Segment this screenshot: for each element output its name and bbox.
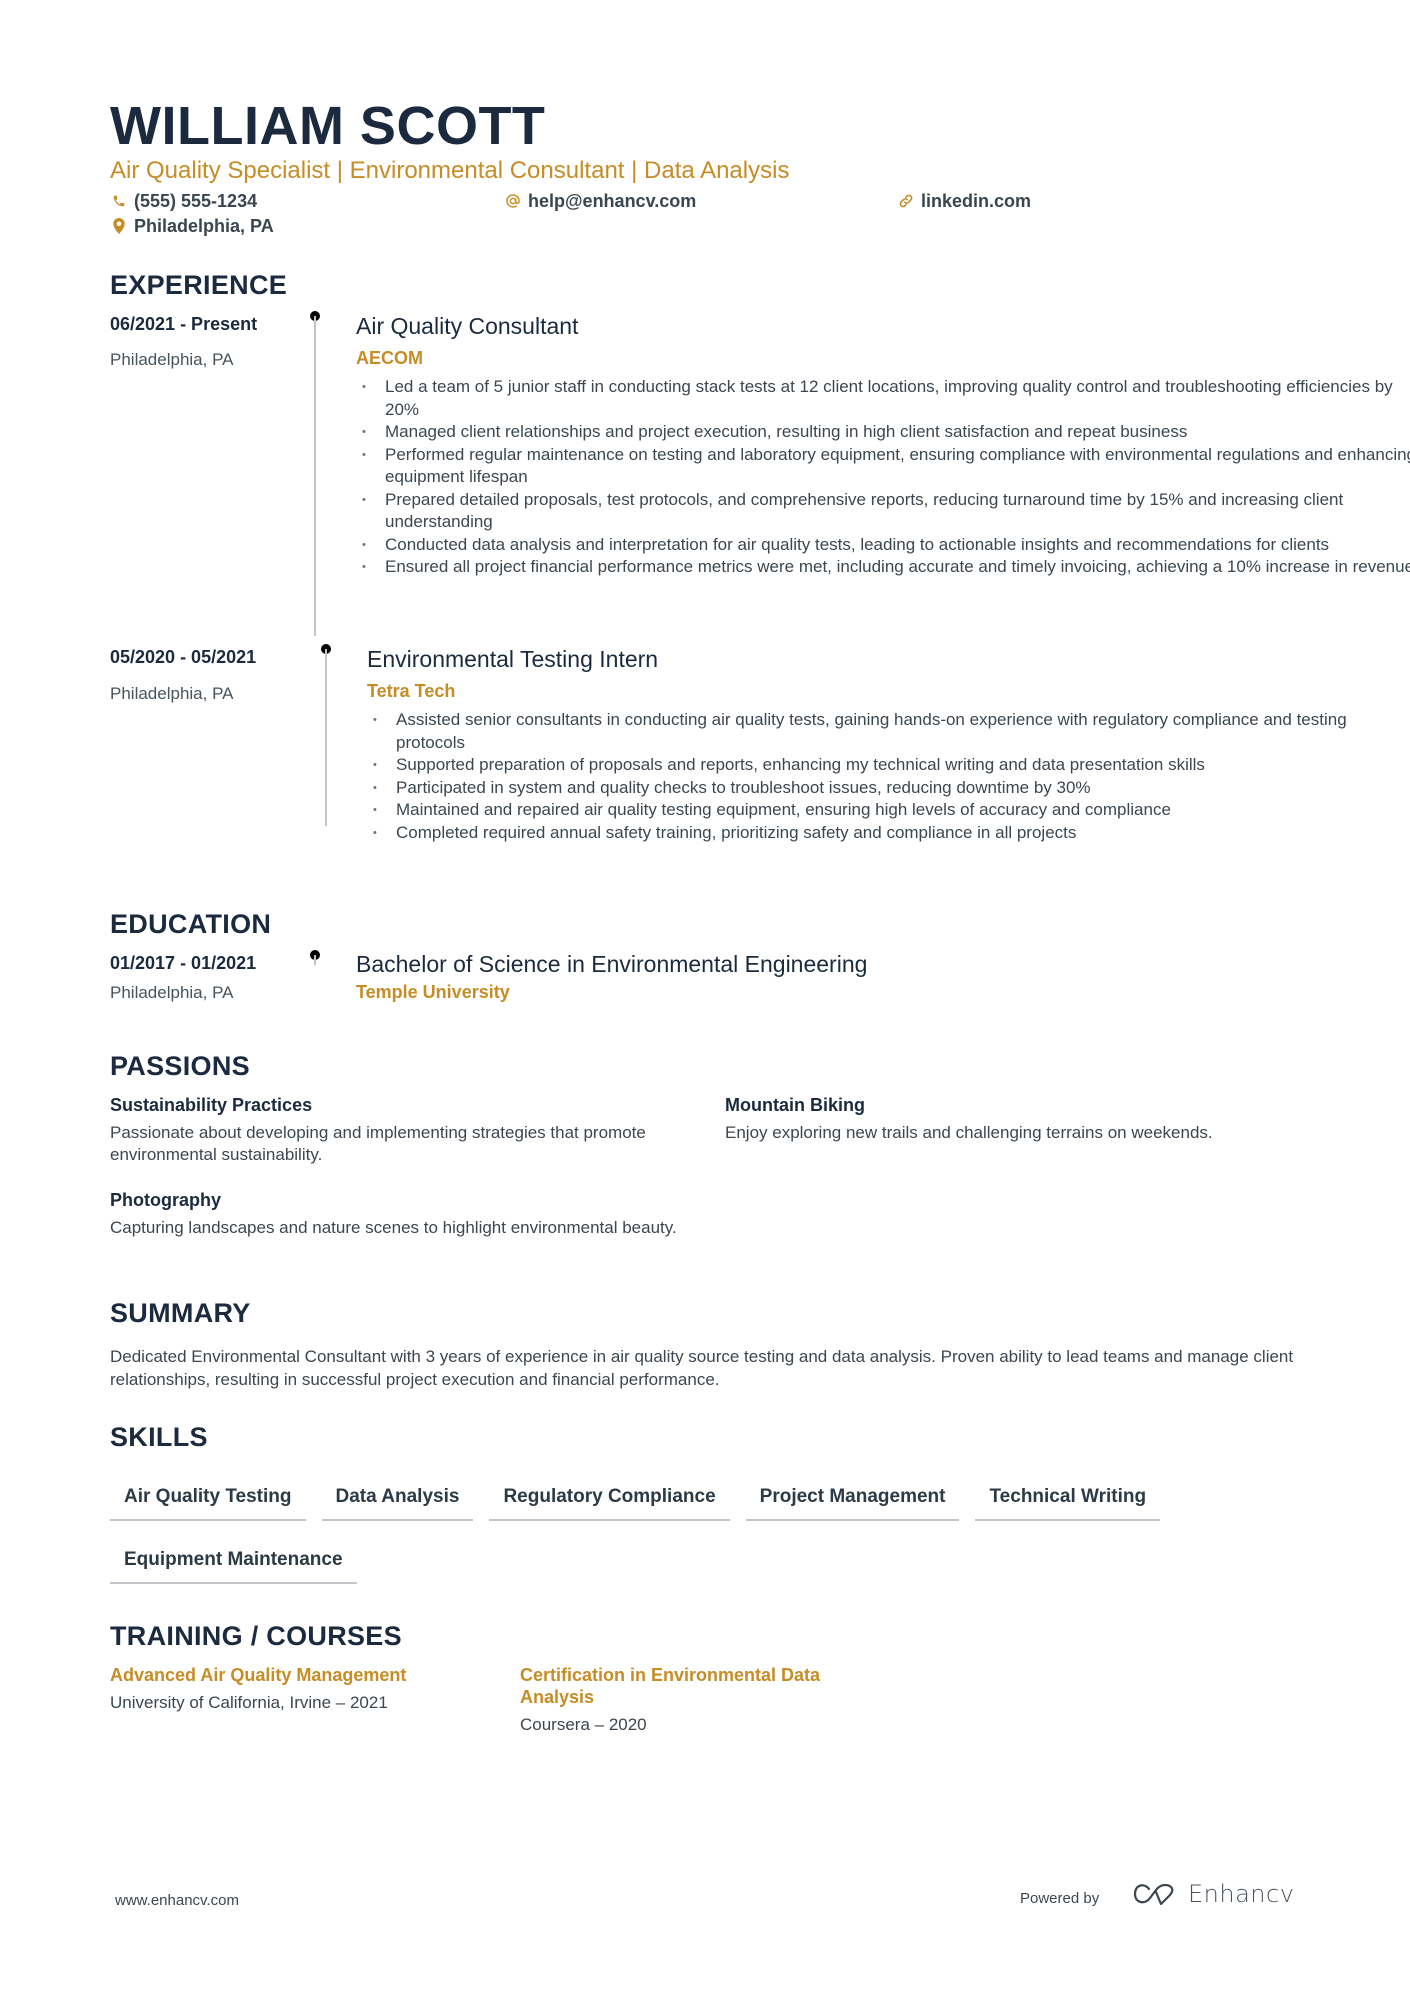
passion-description: Passionate about developing and implemen… [110, 1123, 646, 1164]
bullet-item: Participated in system and quality check… [367, 777, 1367, 800]
bullet-item: Led a team of 5 junior staff in conducti… [356, 376, 1410, 421]
contact-phone: (555) 555-1234 [110, 189, 257, 213]
bullet-item: Completed required annual safety trainin… [367, 822, 1367, 845]
enhancv-brand-name: Enhancv [1188, 1880, 1295, 1908]
phone-icon [110, 192, 128, 210]
linkedin-value[interactable]: linkedin.com [921, 189, 1031, 213]
candidate-headline: Air Quality Specialist | Environmental C… [110, 157, 790, 184]
summary-text: Dedicated Environmental Consultant with … [110, 1347, 1294, 1389]
candidate-name: WILLIAM SCOTT [110, 96, 546, 156]
timeline-line [325, 649, 327, 826]
bullet-item: Managed client relationships and project… [356, 421, 1410, 444]
at-icon [504, 192, 522, 210]
experience-bullets: Assisted senior consultants in conductin… [367, 709, 1367, 844]
passion-description: Capturing landscapes and nature scenes t… [110, 1218, 677, 1237]
summary-heading: SUMMARY [110, 1298, 251, 1328]
course-subtitle: Coursera – 2020 [520, 1715, 647, 1734]
passion-title: Photography [110, 1190, 221, 1210]
enhancv-logo[interactable]: Enhancv [1132, 1880, 1294, 1908]
experience-location: Philadelphia, PA [110, 350, 234, 369]
contact-location: Philadelphia, PA [110, 214, 274, 238]
link-icon [897, 192, 915, 210]
powered-by-label: Powered by [1020, 1890, 1100, 1907]
education-location: Philadelphia, PA [110, 983, 234, 1002]
timeline-line [314, 955, 316, 965]
passion-title: Sustainability Practices [110, 1095, 313, 1115]
experience-role: Air Quality Consultant [356, 313, 579, 339]
experience-role: Environmental Testing Intern [367, 646, 659, 672]
training-heading: TRAINING / COURSES [110, 1621, 402, 1651]
education-heading: EDUCATION [110, 909, 272, 939]
skill-tag: Project Management [745, 1478, 960, 1521]
experience-dates: 06/2021 - Present [110, 314, 258, 334]
experience-heading: EXPERIENCE [110, 270, 288, 300]
course-subtitle: University of California, Irvine – 2021 [110, 1693, 388, 1712]
email-value[interactable]: help@enhancv.com [528, 189, 696, 213]
experience-company: AECOM [356, 348, 423, 368]
passion-title: Mountain Biking [725, 1095, 865, 1115]
bullet-item: Performed regular maintenance on testing… [356, 444, 1410, 489]
enhancv-logo-icon [1133, 1883, 1174, 1906]
passions-heading: PASSIONS [110, 1051, 250, 1081]
experience-bullets: Led a team of 5 junior staff in conducti… [356, 376, 1410, 579]
skills-heading: SKILLS [110, 1422, 208, 1452]
skills-list: Air Quality Testing Data Analysis Regula… [110, 1478, 1310, 1604]
bullet-item: Prepared detailed proposals, test protoc… [356, 489, 1410, 534]
experience-location: Philadelphia, PA [110, 684, 234, 703]
bullet-item: Supported preparation of proposals and r… [367, 754, 1367, 777]
location-pin-icon [110, 217, 128, 235]
skill-tag: Data Analysis [321, 1478, 474, 1521]
footer-website-link[interactable]: www.enhancv.com [115, 1892, 239, 1909]
course-title: Advanced Air Quality Management [110, 1665, 407, 1685]
bullet-item: Conducted data analysis and interpretati… [356, 534, 1410, 557]
education-degree: Bachelor of Science in Environmental Eng… [356, 951, 868, 977]
experience-dates: 05/2020 - 05/2021 [110, 647, 257, 667]
education-dates: 01/2017 - 01/2021 [110, 953, 257, 973]
course-title: Certification in Environmental Data Anal… [520, 1665, 821, 1707]
bullet-item: Assisted senior consultants in conductin… [367, 709, 1367, 754]
skill-tag: Equipment Maintenance [110, 1541, 357, 1584]
skill-tag: Technical Writing [975, 1478, 1161, 1521]
passion-description: Enjoy exploring new trails and challengi… [725, 1123, 1213, 1142]
skill-tag: Air Quality Testing [110, 1478, 306, 1521]
bullet-item: Ensured all project financial performanc… [356, 556, 1410, 579]
contact-email: help@enhancv.com [504, 189, 696, 213]
location-value: Philadelphia, PA [134, 216, 274, 236]
phone-value[interactable]: (555) 555-1234 [134, 189, 257, 213]
education-school: Temple University [356, 982, 510, 1002]
bullet-item: Maintained and repaired air quality test… [367, 799, 1367, 822]
experience-company: Tetra Tech [367, 681, 456, 701]
timeline-line [314, 316, 316, 636]
contact-linkedin: linkedin.com [897, 189, 1031, 213]
skill-tag: Regulatory Compliance [489, 1478, 730, 1521]
